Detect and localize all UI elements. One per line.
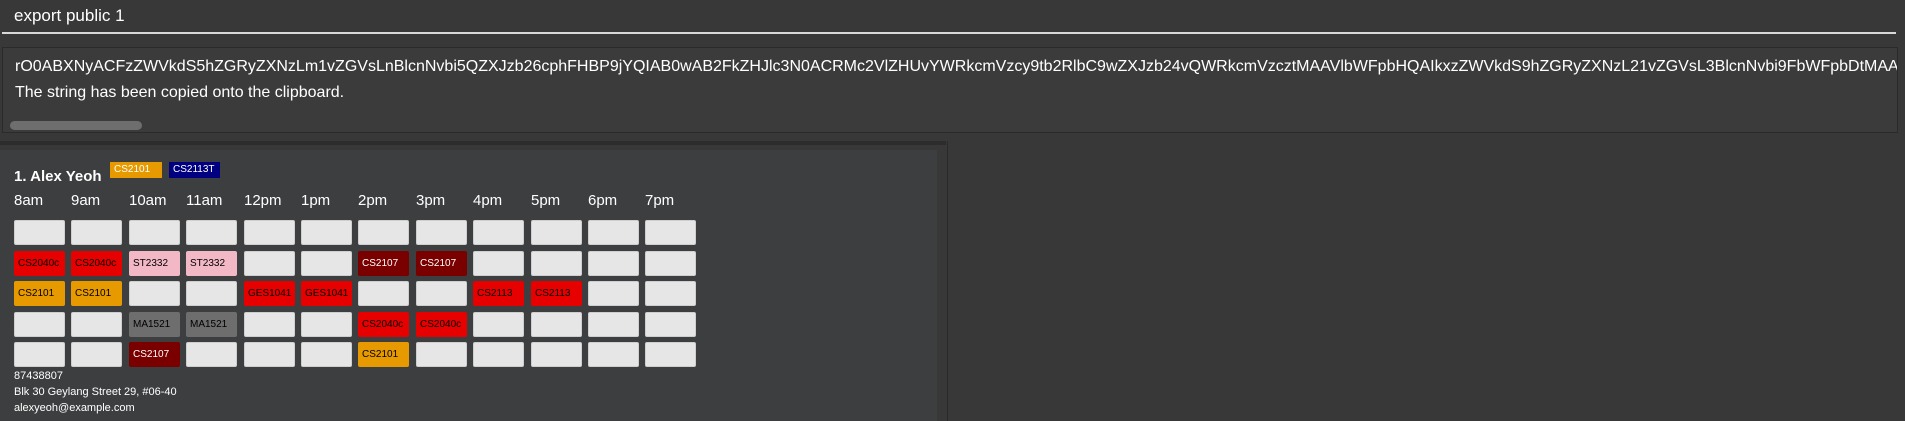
timetable-slot: [588, 342, 639, 367]
timetable-slot: CS2101: [71, 281, 122, 306]
timetable-slot: [473, 312, 524, 337]
hour-label: 1pm: [301, 192, 331, 209]
timetable-slot: [14, 342, 65, 367]
timetable-slot: [531, 342, 582, 367]
panel-divider: [0, 141, 946, 145]
timetable-slot: [129, 281, 180, 306]
result-display: rO0ABXNyACFzZWVkdS5hZGRyZXNzLm1vZGVsLnBl…: [2, 47, 1898, 133]
timetable-slot: [531, 220, 582, 245]
timetable-slot: [186, 220, 237, 245]
timetable-slot: CS2101: [14, 281, 65, 306]
tag-badge: CS2113T: [169, 162, 220, 178]
timetable-slot: [129, 220, 180, 245]
timetable-slot: [645, 251, 696, 276]
timetable-slot: [244, 342, 295, 367]
timetable-slot: GES1041: [301, 281, 352, 306]
timetable-slot: CS2107: [416, 251, 467, 276]
timetable-slot: [301, 342, 352, 367]
hour-label: 8am: [14, 192, 44, 209]
timetable-slot: CS2040c: [14, 251, 65, 276]
hour-label: 5pm: [531, 192, 561, 209]
hour-label: 10am: [129, 192, 167, 209]
email: alexyeoh@example.com: [14, 402, 135, 414]
person-name: 1. Alex Yeoh: [14, 168, 102, 185]
timetable-slot: [531, 312, 582, 337]
horizontal-scrollbar[interactable]: [10, 121, 142, 130]
timetable-slot: MA1521: [129, 312, 180, 337]
timetable-slot: [71, 342, 122, 367]
timetable-slot: [645, 220, 696, 245]
timetable-slot: [588, 312, 639, 337]
timetable-slot: CS2040c: [71, 251, 122, 276]
timetable-slot: [14, 312, 65, 337]
timetable-slot: MA1521: [186, 312, 237, 337]
hour-label: 6pm: [588, 192, 618, 209]
result-message: The string has been copied onto the clip…: [15, 84, 345, 101]
timetable-slot: [358, 281, 409, 306]
timetable-slot: ST2332: [186, 251, 237, 276]
hour-label: 11am: [186, 192, 223, 209]
hour-label: 7pm: [645, 192, 675, 209]
timetable-slot: [186, 342, 237, 367]
timetable-slot: [71, 312, 122, 337]
hour-label: 9am: [71, 192, 101, 209]
timetable-slot: CS2040c: [358, 312, 409, 337]
command-input[interactable]: [2, 2, 1897, 30]
timetable-slot: CS2113: [473, 281, 524, 306]
hour-label: 12pm: [244, 192, 282, 209]
timetable-slot: CS2107: [129, 342, 180, 367]
timetable-slot: [301, 220, 352, 245]
timetable-slot: [473, 342, 524, 367]
timetable-slot: [416, 281, 467, 306]
phone-number: 87438807: [14, 370, 63, 382]
right-panel: [947, 141, 1905, 421]
timetable-slot: [645, 312, 696, 337]
hour-label: 4pm: [473, 192, 503, 209]
timetable-slot: [186, 281, 237, 306]
timetable-slot: ST2332: [129, 251, 180, 276]
command-box: [0, 0, 1905, 36]
timetable-slot: [244, 220, 295, 245]
timetable-slot: [358, 220, 409, 245]
timetable-slot: [645, 342, 696, 367]
timetable-slot: [244, 312, 295, 337]
timetable-slot: CS2113: [531, 281, 582, 306]
timetable-slot: CS2101: [358, 342, 409, 367]
timetable-slot: [588, 220, 639, 245]
timetable-slot: [71, 220, 122, 245]
timetable-slot: [588, 251, 639, 276]
timetable-slot: CS2040c: [416, 312, 467, 337]
timetable-slot: [416, 220, 467, 245]
hour-label: 2pm: [358, 192, 388, 209]
command-underline: [2, 32, 1896, 34]
timetable-slot: [473, 220, 524, 245]
hour-label: 3pm: [416, 192, 446, 209]
timetable-slot: [473, 251, 524, 276]
timetable-slot: [416, 342, 467, 367]
timetable-slot: [301, 251, 352, 276]
timetable-slot: [244, 251, 295, 276]
timetable-slot: [14, 220, 65, 245]
timetable-slot: GES1041: [244, 281, 295, 306]
timetable-slot: CS2107: [358, 251, 409, 276]
exported-string: rO0ABXNyACFzZWVkdS5hZGRyZXNzLm1vZGVsLnBl…: [15, 58, 1898, 75]
timetable-slot: [531, 251, 582, 276]
tag-badge: CS2101: [110, 162, 162, 178]
person-card[interactable]: 1. Alex Yeoh CS2101 CS2113T 8am 9am 10am 11…: [0, 150, 937, 421]
timetable-slot: [301, 312, 352, 337]
address: Blk 30 Geylang Street 29, #06-40: [14, 386, 177, 398]
timetable-slot: [645, 281, 696, 306]
timetable-slot: [588, 281, 639, 306]
